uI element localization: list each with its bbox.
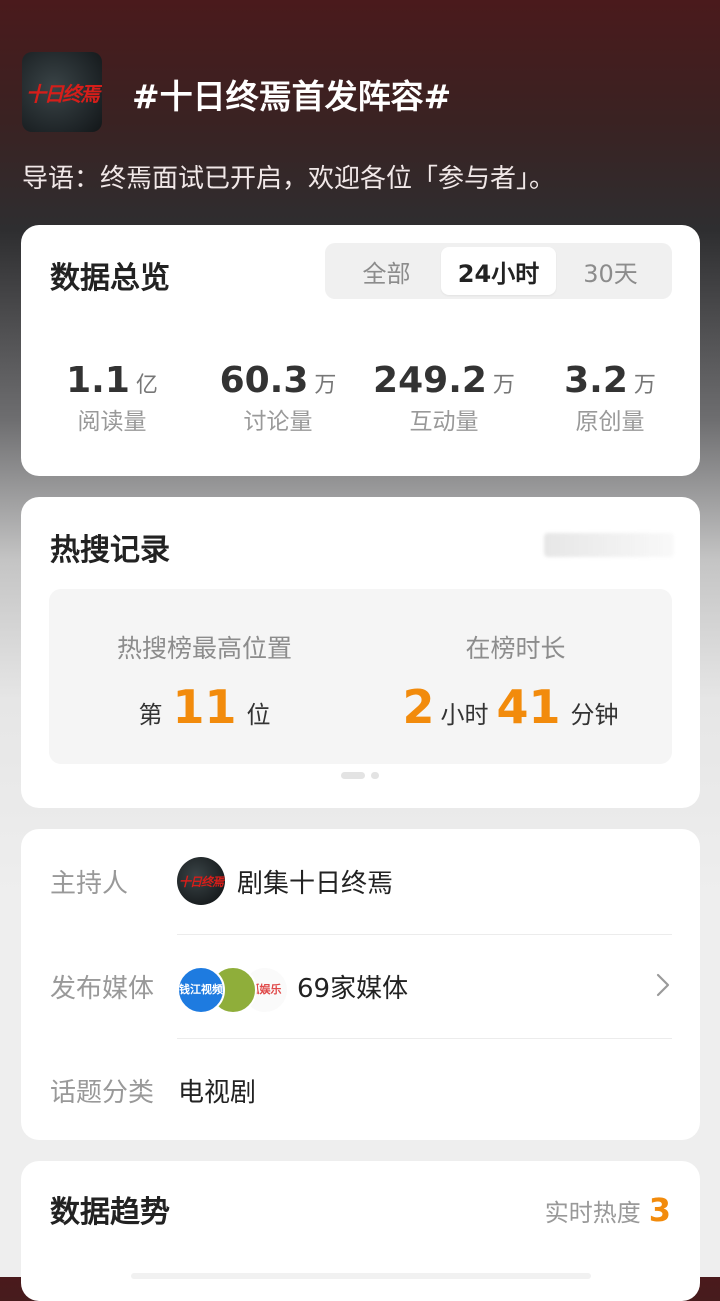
host-avatar[interactable]: 十日终焉 (177, 857, 225, 905)
page-dot (371, 772, 379, 779)
tab-30d[interactable]: 30天 (553, 247, 668, 295)
tab-all[interactable]: 全部 (329, 247, 444, 295)
duration-hours-unit: 小时 (440, 701, 489, 729)
hot-search-title: 热搜记录 (50, 533, 170, 568)
hot-search-card: 热搜记录 热搜榜最高位置 第 11 位 在榜时长 2 小时 41 分钟 (21, 497, 700, 808)
data-overview-card: 数据总览 全部 24小时 30天 1.1 亿 阅读量 60.3 万 讨论量 249.… (21, 225, 700, 476)
stat-label: 讨论量 (243, 409, 313, 435)
stat-unit: 万 (633, 373, 656, 398)
topic-header: 十日终焉 #十日终焉首发阵容# (22, 52, 702, 132)
host-avatar-text: 十日终焉 (178, 874, 224, 889)
trend-range-track[interactable] (131, 1273, 591, 1279)
page-dot-active (341, 772, 365, 779)
stat-label: 原创量 (575, 409, 645, 435)
stat-interactions: 249.2 万 互动量 (361, 360, 527, 436)
topic-intro: 导语：终焉面试已开启，欢迎各位「参与者」。 (22, 164, 556, 194)
stat-discussions: 60.3 万 讨论量 (195, 360, 361, 436)
media-count: 69家媒体 (297, 974, 409, 1004)
duration-minutes: 41 (496, 680, 561, 734)
duration-minutes-unit: 分钟 (570, 701, 619, 729)
stat-unit: 万 (314, 373, 337, 398)
stat-value: 60.3 (219, 360, 309, 401)
rank-value: 11 (172, 680, 237, 734)
media-row[interactable]: 发布媒体 钱江视频 狐娱乐 69家媒体 (21, 934, 700, 1038)
hot-search-panel[interactable]: 热搜榜最高位置 第 11 位 在榜时长 2 小时 41 分钟 (49, 589, 672, 764)
topic-title: #十日终焉首发阵容# (132, 77, 452, 116)
category-value: 电视剧 (178, 1078, 257, 1108)
host-name[interactable]: 剧集十日终焉 (237, 863, 393, 900)
trend-title: 数据趋势 (50, 1195, 170, 1230)
blurred-placeholder (544, 533, 674, 557)
stat-unit: 万 (492, 373, 515, 398)
heat-label: 实时热度 (544, 1199, 641, 1227)
category-label: 话题分类 (50, 1078, 155, 1108)
highest-rank: 热搜榜最高位置 第 11 位 (49, 589, 360, 764)
time-range-tabs: 全部 24小时 30天 (325, 243, 672, 299)
stat-unit: 亿 (135, 373, 158, 398)
topic-info-card: 主持人 十日终焉 剧集十日终焉 发布媒体 钱江视频 狐娱乐 69家媒体 话题分类… (21, 829, 700, 1140)
media-avatar-qianjiang: 钱江视频 (177, 966, 225, 1014)
category-row: 话题分类 电视剧 (21, 1038, 700, 1142)
stat-value: 3.2 (564, 360, 628, 401)
media-label: 发布媒体 (50, 974, 155, 1004)
list-duration: 在榜时长 2 小时 41 分钟 (360, 589, 671, 764)
rank-prefix: 第 (138, 701, 163, 729)
topic-cover-image[interactable]: 十日终焉 (22, 52, 102, 132)
duration-hours: 2 (402, 680, 435, 734)
host-row[interactable]: 主持人 十日终焉 剧集十日终焉 (21, 829, 700, 933)
realtime-heat: 实时热度 3 (545, 1191, 671, 1229)
tab-24h[interactable]: 24小时 (441, 247, 556, 295)
host-label: 主持人 (50, 869, 129, 899)
stat-label: 阅读量 (77, 409, 147, 435)
highest-rank-label: 热搜榜最高位置 (116, 634, 292, 663)
stat-value: 249.2 (373, 360, 487, 401)
duration-label: 在榜时长 (465, 634, 566, 663)
rank-suffix: 位 (246, 701, 271, 729)
chevron-right-icon (656, 973, 670, 997)
overview-title: 数据总览 (50, 261, 170, 296)
heat-value: 3 (648, 1191, 671, 1229)
stat-value: 1.1 (66, 360, 130, 401)
stat-original: 3.2 万 原创量 (527, 360, 693, 436)
stat-reads: 1.1 亿 阅读量 (29, 360, 195, 436)
stat-label: 互动量 (409, 409, 479, 435)
cover-logo-text: 十日终焉 (26, 81, 100, 106)
data-trend-card: 数据趋势 实时热度 3 (21, 1161, 700, 1301)
media-avatar-text: 钱江视频 (179, 983, 223, 996)
